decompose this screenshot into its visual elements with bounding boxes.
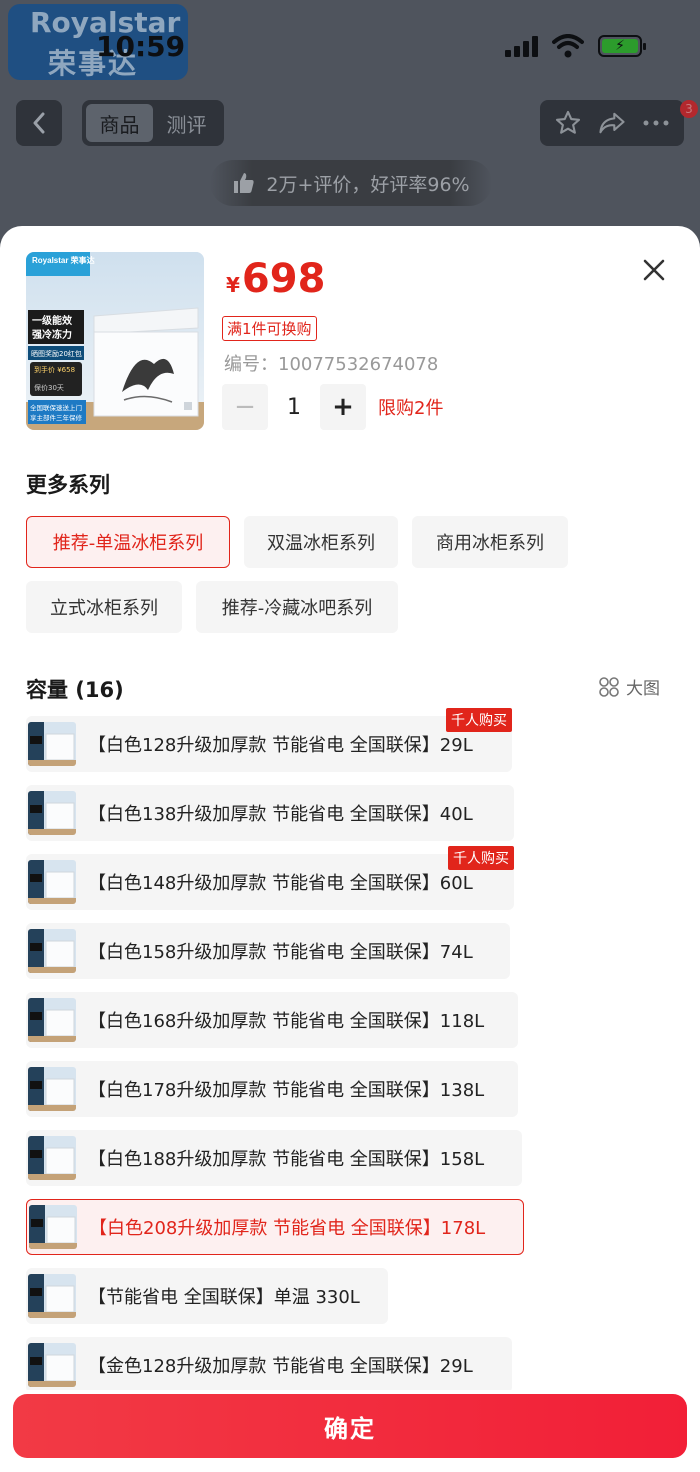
thumb-sub: 晒图奖励20红包 <box>31 349 82 358</box>
hot-badge: 千人购买 <box>446 708 512 732</box>
thumb-badge-line1: 一级能效 <box>32 314 73 327</box>
grid-icon <box>599 676 619 697</box>
option-thumbnail <box>29 1205 77 1249</box>
freezer-image: Royalstar 荣事达 一级能效 强冷冻力 晒图奖励20红包 到手价 ¥65… <box>26 252 204 430</box>
status-time: 10:59 <box>96 30 186 63</box>
big-view-toggle[interactable]: 大图 <box>598 674 660 699</box>
background-page: Royalstar 荣事达 10:59 ⚡ 商品 测评 3 2万+评价，好评率9… <box>0 0 700 240</box>
product-thumbnail: Royalstar 荣事达 一级能效 强冷冻力 晒图奖励20红包 到手价 ¥65… <box>26 252 204 430</box>
battery-icon: ⚡ <box>598 35 646 57</box>
thumb-promo: 到手价 ¥658 <box>34 365 75 374</box>
option-thumbnail <box>28 1274 76 1318</box>
series-chip-dual-temp[interactable]: 双温冰柜系列 <box>244 516 398 568</box>
price-currency: ¥ <box>226 273 240 297</box>
more-icon[interactable] <box>642 119 670 127</box>
notification-badge: 3 <box>680 100 698 118</box>
capacity-option[interactable]: 【白色168升级加厚款 节能省电 全国联保】118L <box>26 992 518 1048</box>
option-label: 【白色168升级加厚款 节能省电 全国联保】118L <box>88 1011 485 1032</box>
hot-badge: 千人购买 <box>448 846 514 870</box>
option-thumbnail <box>28 791 76 835</box>
increase-button[interactable]: + <box>320 384 366 430</box>
option-label: 【白色188升级加厚款 节能省电 全国联保】158L <box>88 1149 485 1170</box>
quantity-value[interactable]: 1 <box>268 395 320 420</box>
wifi-icon <box>552 34 584 58</box>
thumb-footer2: 享主部件三年保修 <box>30 413 83 422</box>
thumb-promo-note: 保价30天 <box>34 383 64 392</box>
option-label: 【白色178升级加厚款 节能省电 全国联保】138L <box>88 1080 485 1101</box>
capacity-option[interactable]: 【白色208升级加厚款 节能省电 全国联保】178L <box>26 1199 524 1255</box>
close-icon[interactable] <box>636 252 672 288</box>
thumbs-up-icon <box>234 173 254 193</box>
thumb-footer1: 全国联保速送上门 <box>30 403 82 412</box>
option-thumbnail <box>28 1136 76 1180</box>
option-label: 【白色128升级加厚款 节能省电 全国联保】29L <box>88 735 473 756</box>
promo-tag: 满1件可换购 <box>222 316 317 341</box>
option-label: 【金色128升级加厚款 节能省电 全国联保】29L <box>88 1356 473 1377</box>
price: ¥ 698 <box>226 256 325 302</box>
option-thumbnail <box>28 929 76 973</box>
option-label: 【白色208升级加厚款 节能省电 全国联保】178L <box>89 1218 486 1239</box>
option-thumbnail <box>28 1343 76 1387</box>
decrease-button[interactable]: − <box>222 384 268 430</box>
confirm-button[interactable]: 确定 <box>13 1394 687 1458</box>
capacity-title: 容量 (16) <box>26 678 124 702</box>
series-title: 更多系列 <box>26 473 110 497</box>
option-label: 【节能省电 全国联保】单温 330L <box>88 1287 360 1308</box>
thumb-brand: Royalstar 荣事达 <box>32 255 95 265</box>
tab-goods[interactable]: 商品 <box>86 104 153 142</box>
chevron-left-icon <box>33 112 45 134</box>
rating-text: 2万+评价，好评率96% <box>266 173 470 196</box>
page-tabs: 商品 测评 <box>82 100 224 146</box>
capacity-option[interactable]: 【白色158升级加厚款 节能省电 全国联保】74L <box>26 923 510 979</box>
series-chip-upright[interactable]: 立式冰柜系列 <box>26 581 182 633</box>
option-thumbnail <box>28 722 76 766</box>
quantity-stepper: − 1 + 限购2件 <box>222 384 443 430</box>
capacity-option[interactable]: 【白色148升级加厚款 节能省电 全国联保】60L 千人购买 <box>26 846 514 910</box>
series-chip-wine-cooler[interactable]: 推荐-冷藏冰吧系列 <box>196 581 398 633</box>
option-label: 【白色138升级加厚款 节能省电 全国联保】40L <box>88 804 473 825</box>
option-thumbnail <box>28 860 76 904</box>
thumb-badge-line2: 强冷冻力 <box>32 328 72 341</box>
status-icons: ⚡ <box>505 34 646 58</box>
capacity-option[interactable]: 【白色138升级加厚款 节能省电 全国联保】40L <box>26 785 514 841</box>
price-value: 698 <box>241 256 326 302</box>
star-icon[interactable] <box>554 109 582 137</box>
sku-number: 编号：10077532674078 <box>224 354 439 375</box>
capacity-option[interactable]: 【节能省电 全国联保】单温 330L <box>26 1268 388 1324</box>
rating-pill: 2万+评价，好评率96% <box>210 160 492 206</box>
capacity-option[interactable]: 【白色128升级加厚款 节能省电 全国联保】29L 千人购买 <box>26 708 512 772</box>
purchase-limit: 限购2件 <box>378 398 444 419</box>
big-view-label: 大图 <box>626 679 660 699</box>
capacity-option[interactable]: 【金色128升级加厚款 节能省电 全国联保】29L <box>26 1337 512 1393</box>
option-label: 【白色148升级加厚款 节能省电 全国联保】60L <box>88 873 473 894</box>
series-chip-commercial[interactable]: 商用冰柜系列 <box>412 516 568 568</box>
sku-selector-sheet: Royalstar 荣事达 一级能效 强冷冻力 晒图奖励20红包 到手价 ¥65… <box>0 226 700 1472</box>
option-thumbnail <box>28 998 76 1042</box>
option-label: 【白色158升级加厚款 节能省电 全国联保】74L <box>88 942 473 963</box>
series-chip-single-temp[interactable]: 推荐-单温冰柜系列 <box>26 516 230 568</box>
share-icon[interactable] <box>597 109 627 137</box>
back-button[interactable] <box>16 100 62 146</box>
signal-icon <box>505 35 538 57</box>
capacity-option[interactable]: 【白色188升级加厚款 节能省电 全国联保】158L <box>26 1130 522 1186</box>
header-actions <box>540 100 684 146</box>
tab-review[interactable]: 测评 <box>153 104 220 142</box>
option-thumbnail <box>28 1067 76 1111</box>
capacity-option[interactable]: 【白色178升级加厚款 节能省电 全国联保】138L <box>26 1061 518 1117</box>
